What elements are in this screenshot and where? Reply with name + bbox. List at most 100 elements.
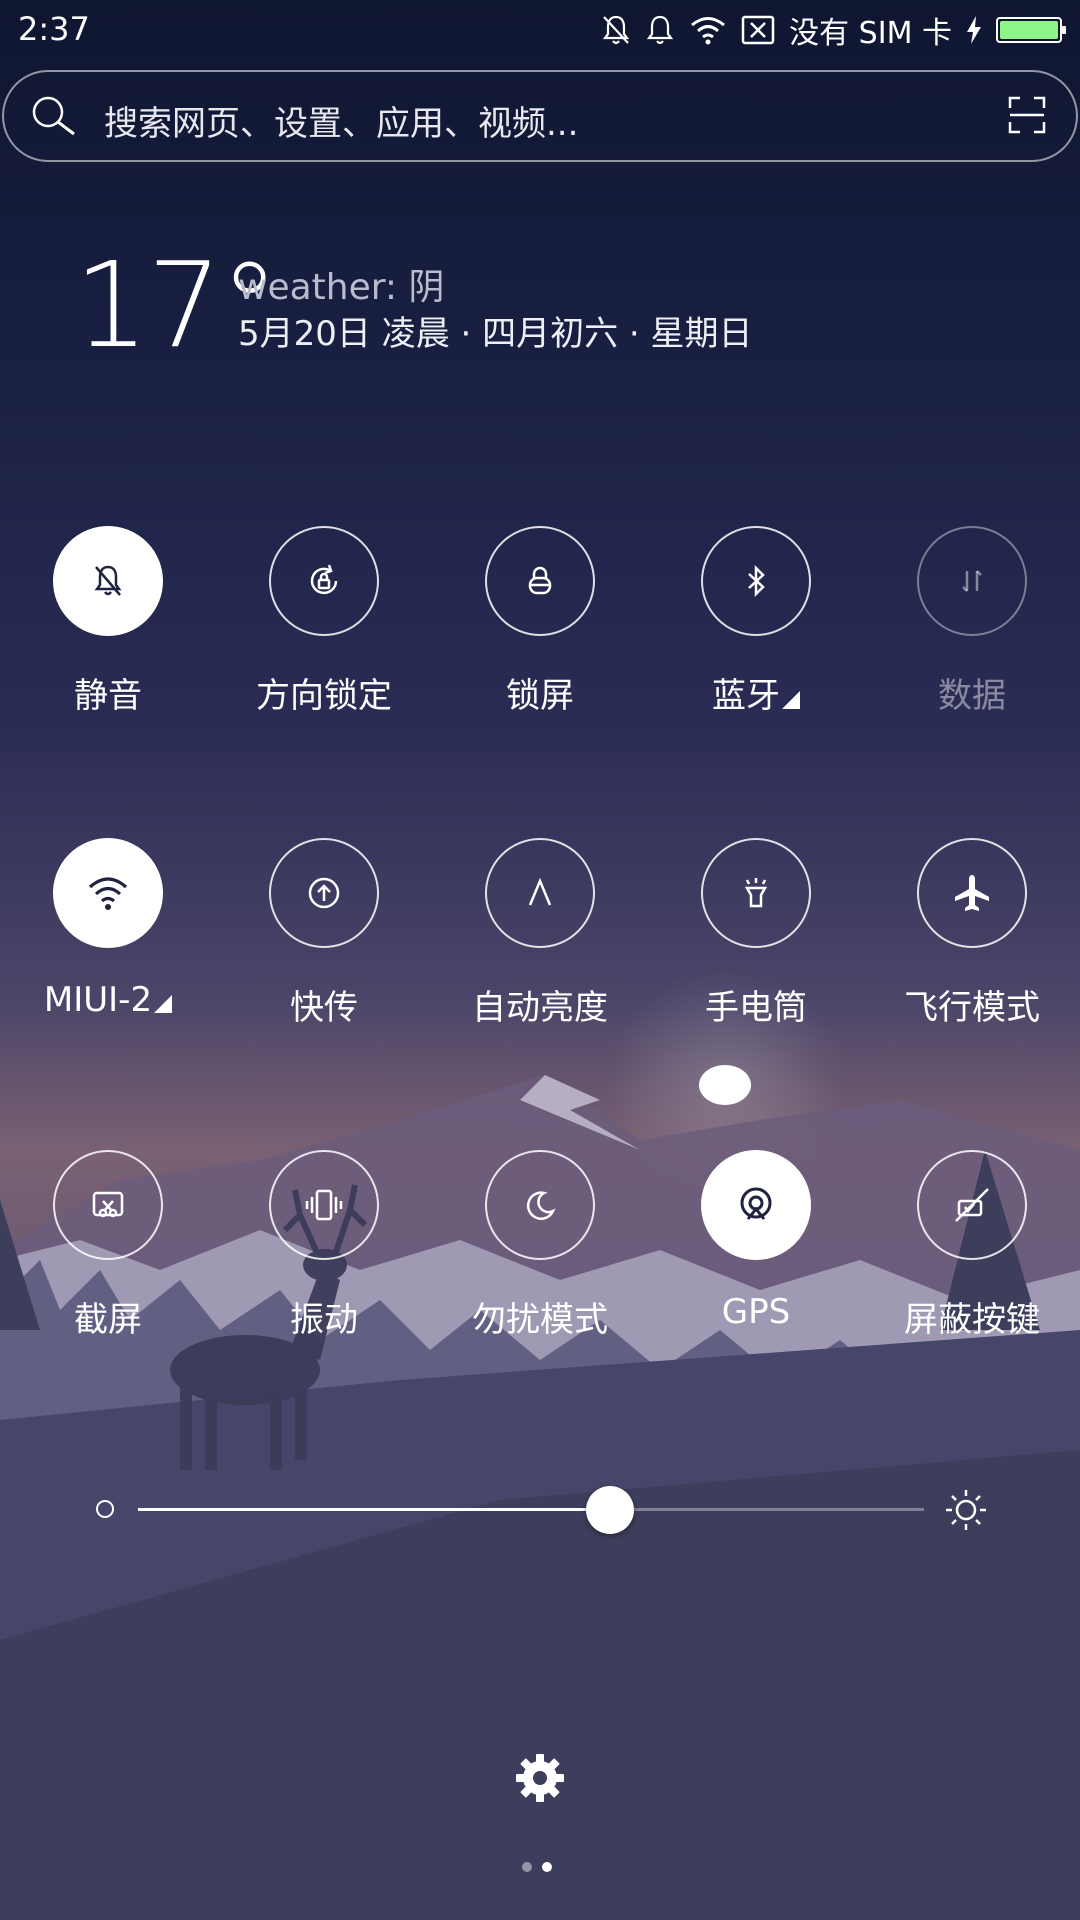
toggle-label-text: 屏蔽按键 (904, 1300, 1040, 1340)
toggle-button[interactable] (701, 526, 811, 636)
toggle-airplane[interactable]: 飞行模式 (864, 838, 1080, 1038)
toggle-label-text: 勿扰模式 (472, 1300, 608, 1340)
expand-triangle-icon[interactable] (154, 995, 173, 1013)
toggle-label-text: 自动亮度 (472, 988, 608, 1028)
toggle-label: 快传 (216, 980, 432, 1029)
toggle-label: 蓝牙 (648, 668, 864, 717)
page-dot[interactable] (522, 1862, 532, 1872)
search-bar[interactable]: 搜索网页、设置、应用、视频... (2, 70, 1078, 162)
toggle-label: 飞行模式 (864, 980, 1080, 1029)
clock: 2:37 (18, 10, 90, 48)
airplane-icon (950, 871, 994, 915)
toggle-label-text: GPS (721, 1292, 791, 1332)
toggle-moon[interactable]: 勿扰模式 (432, 1150, 648, 1350)
toggle-label: 屏蔽按键 (864, 1292, 1080, 1341)
search-input[interactable]: 搜索网页、设置、应用、视频... (104, 96, 578, 145)
toggle-silent[interactable]: 静音 (0, 526, 216, 726)
toggle-vibrate[interactable]: 振动 (216, 1150, 432, 1350)
toggle-button[interactable] (917, 1150, 1027, 1260)
toggle-label: 静音 (0, 668, 216, 717)
toggle-button[interactable] (269, 1150, 379, 1260)
flashlight-icon (736, 873, 776, 913)
quick-transfer-icon (304, 873, 344, 913)
toggle-label-text: 飞行模式 (904, 988, 1040, 1028)
status-bar: 2:37 没有 SIM 卡 (0, 0, 1080, 62)
toggle-label-text: 静音 (74, 676, 142, 716)
status-icons: 没有 SIM 卡 (601, 10, 1066, 51)
weather-condition: weather: 阴 (238, 267, 445, 308)
toggle-button[interactable] (485, 526, 595, 636)
wifi-icon (86, 873, 130, 913)
toggle-flashlight[interactable]: 手电筒 (648, 838, 864, 1038)
toggle-lock[interactable]: 锁屏 (432, 526, 648, 726)
brightness-thumb[interactable] (585, 1486, 634, 1534)
charging-icon (966, 16, 982, 44)
toggle-block-keys[interactable]: 屏蔽按键 (864, 1150, 1080, 1350)
toggle-label: 锁屏 (432, 668, 648, 717)
toggle-gps[interactable]: GPS (648, 1150, 864, 1350)
toggle-bluetooth[interactable]: 蓝牙 (648, 526, 864, 726)
brightness-high-icon (944, 1488, 988, 1536)
toggle-button[interactable] (53, 1150, 163, 1260)
toggle-auto-brightness[interactable]: 自动亮度 (432, 838, 648, 1038)
toggle-button[interactable] (485, 1150, 595, 1260)
toggle-rotation-lock[interactable]: 方向锁定 (216, 526, 432, 726)
toggle-button[interactable] (917, 526, 1027, 636)
page-indicator (522, 1862, 552, 1872)
toggle-label-text: 振动 (290, 1300, 358, 1340)
silent-icon (88, 561, 128, 601)
toggle-label: GPS (648, 1292, 864, 1332)
toggle-label: 截屏 (0, 1292, 216, 1341)
block-keys-icon (950, 1183, 994, 1227)
page-dot-active[interactable] (542, 1862, 552, 1872)
toggle-label: 振动 (216, 1292, 432, 1341)
toggle-button[interactable] (53, 526, 163, 636)
toggle-label: 自动亮度 (432, 980, 648, 1029)
toggle-label-text: 蓝牙 (712, 676, 780, 716)
toggle-label-text: 截屏 (74, 1300, 142, 1340)
toggle-mobile-data[interactable]: 数据 (864, 526, 1080, 726)
date-text[interactable]: 5月20日 凌晨 · 四月初六 · 星期日 (238, 306, 753, 355)
toggle-label-text: 快传 (290, 988, 358, 1028)
toggle-label-text: 锁屏 (506, 676, 574, 716)
toggle-label: MIUI-2 (0, 980, 216, 1020)
mobile-data-icon (952, 561, 992, 601)
expand-triangle-icon[interactable] (782, 691, 800, 709)
toggle-button[interactable] (701, 838, 811, 948)
lock-icon (520, 561, 560, 601)
toggle-wifi[interactable]: MIUI-2 (0, 838, 216, 1038)
toggle-button[interactable] (701, 1150, 811, 1260)
gear-icon[interactable] (514, 1752, 566, 1808)
toggle-button[interactable] (485, 838, 595, 948)
toggle-button[interactable] (269, 838, 379, 948)
auto-brightness-icon (520, 873, 560, 913)
moon-icon (520, 1185, 560, 1225)
toggle-label: 方向锁定 (216, 668, 432, 717)
scan-icon[interactable] (1008, 96, 1046, 138)
bluetooth-icon (736, 561, 776, 601)
search-icon (28, 94, 78, 142)
toggle-quick-transfer[interactable]: 快传 (216, 838, 432, 1038)
no-sim-icon (741, 15, 775, 45)
toggle-label: 数据 (864, 668, 1080, 717)
silent-bell-icon (601, 14, 631, 46)
rotation-lock-icon (304, 561, 344, 601)
toggle-button[interactable] (917, 838, 1027, 948)
toggle-label: 手电筒 (648, 980, 864, 1029)
toggle-label-text: MIUI-2 (43, 980, 153, 1020)
wifi-icon (689, 15, 727, 45)
brightness-low-icon (96, 1500, 114, 1518)
toggle-screenshot[interactable]: 截屏 (0, 1150, 216, 1350)
vibrate-icon (302, 1185, 346, 1225)
bell-icon (645, 14, 675, 46)
brightness-fill (138, 1508, 610, 1511)
toggle-button[interactable] (53, 838, 163, 948)
carrier-text: 没有 SIM 卡 (789, 16, 952, 51)
brightness-slider[interactable] (138, 1508, 924, 1511)
battery-icon (996, 17, 1066, 43)
gps-icon (734, 1183, 778, 1227)
toggle-button[interactable] (269, 526, 379, 636)
screenshot-icon (88, 1185, 128, 1225)
toggle-label-text: 方向锁定 (256, 676, 392, 716)
toggle-label-text: 数据 (938, 676, 1006, 716)
